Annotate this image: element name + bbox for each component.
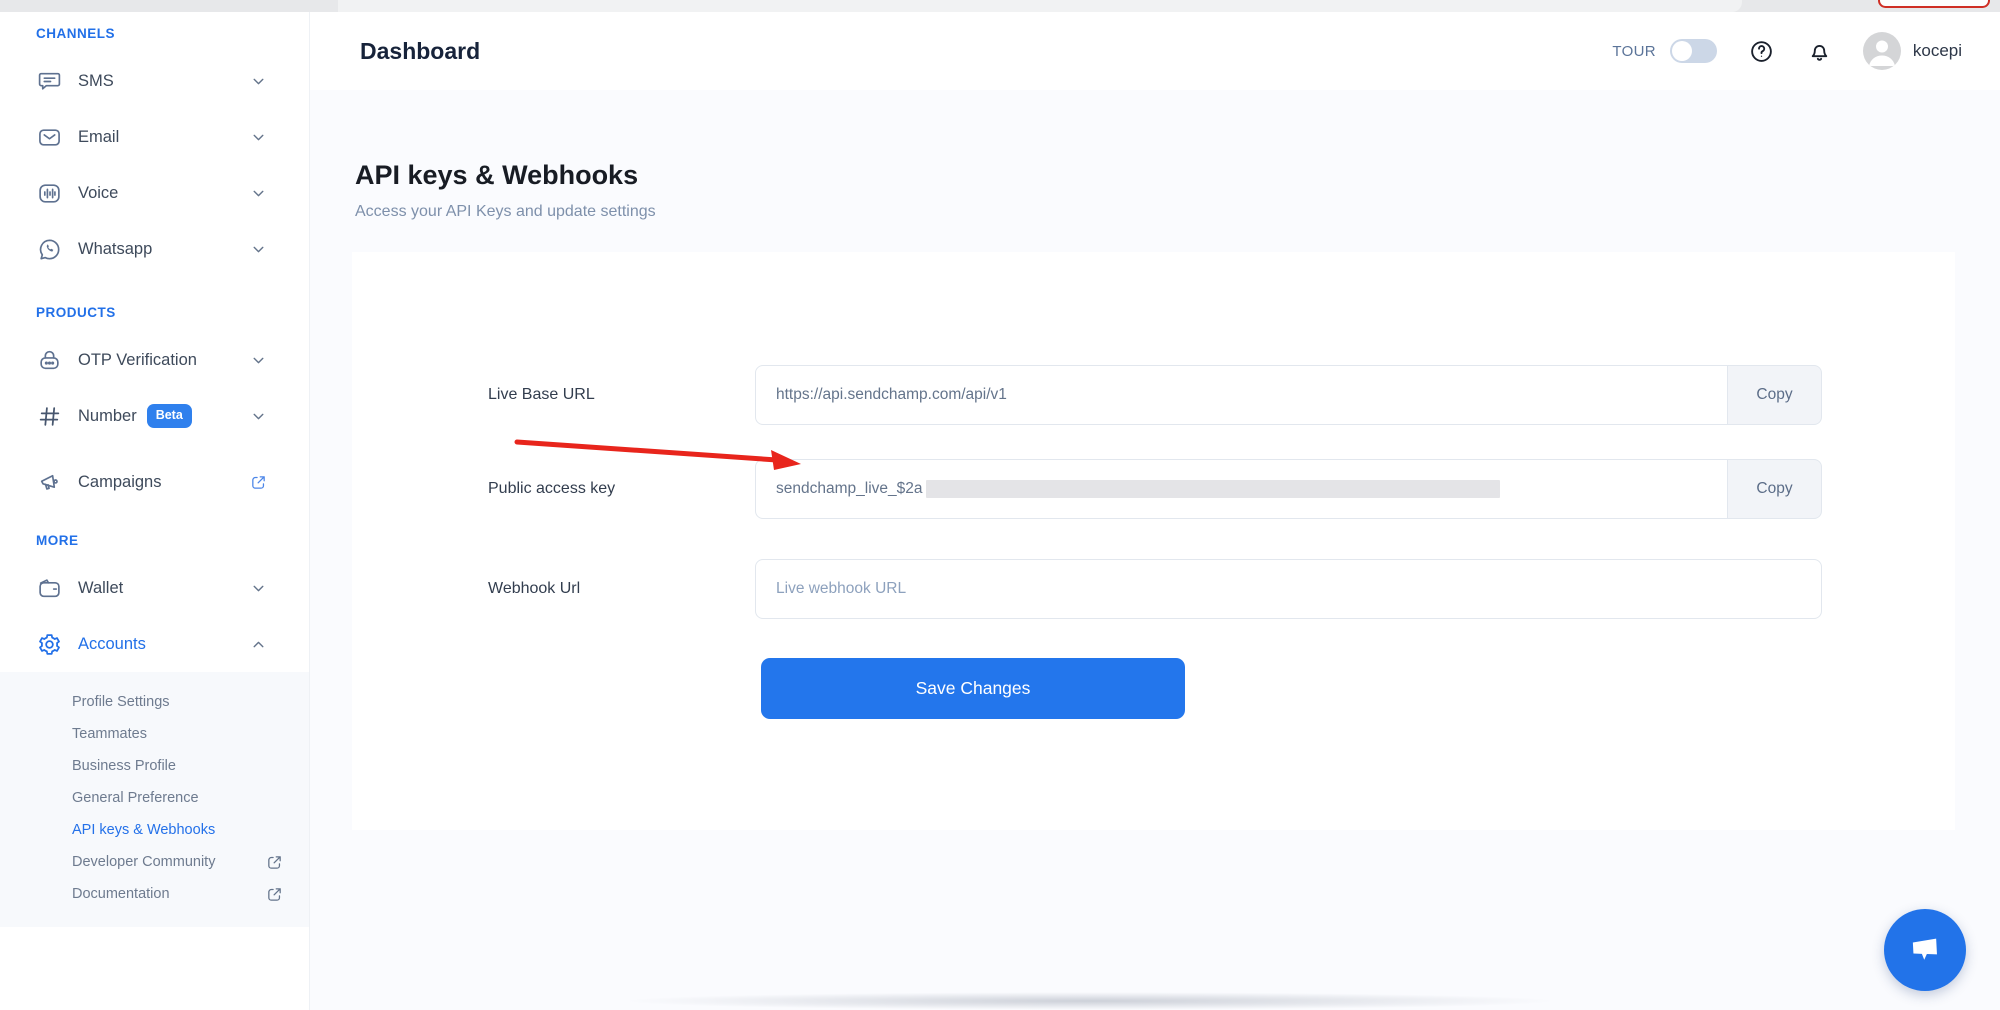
megaphone-icon [36,469,62,495]
submenu-item-documentation[interactable]: Documentation [0,878,309,910]
submenu-item-teammates[interactable]: Teammates [0,718,309,750]
page-subtitle: Access your API Keys and update settings [355,203,2000,221]
chevron-down-icon [249,72,267,90]
chevron-down-icon [249,579,267,597]
sidebar-item-whatsapp[interactable]: Whatsapp [0,221,309,277]
sidebar-item-voice[interactable]: Voice [0,165,309,221]
chat-launcher-button[interactable] [1884,909,1966,991]
username: kocepi [1913,41,1962,61]
recording-indicator [1878,0,1990,8]
save-changes-button[interactable]: Save Changes [761,658,1185,719]
sidebar-item-email[interactable]: Email [0,109,309,165]
webhook-url-input[interactable] [776,580,1801,598]
beta-badge: Beta [147,404,192,428]
sidebar-item-label: NumberBeta [78,404,249,428]
top-header: Dashboard TOUR kocepi [310,12,2000,90]
sidebar-item-campaigns[interactable]: Campaigns [0,454,309,510]
sidebar-item-otp-verification[interactable]: OTP Verification [0,332,309,388]
tour-label: TOUR [1612,43,1655,60]
webhook-url-field[interactable] [755,559,1822,619]
page-title: API keys & Webhooks [355,160,2000,191]
external-link-icon [265,885,283,903]
page-header-title: Dashboard [360,38,480,65]
whatsapp-icon [36,236,62,262]
hash-icon [36,403,62,429]
copy-live-base-url-button[interactable]: Copy [1728,365,1822,425]
submenu-item-business-profile[interactable]: Business Profile [0,750,309,782]
browser-chrome-strip [0,0,2000,12]
submenu-item-general-preference[interactable]: General Preference [0,782,309,814]
section-label-channels: CHANNELS [36,26,309,41]
sidebar-item-label: Wallet [78,579,249,598]
external-link-icon [249,473,267,491]
voice-icon [36,180,62,206]
public-access-key-label: Public access key [352,480,755,498]
live-base-url-input[interactable] [776,386,1707,404]
chevron-down-icon [249,128,267,146]
avatar[interactable] [1863,32,1901,70]
header-controls: TOUR kocepi [1612,32,1962,70]
copy-public-access-key-button[interactable]: Copy [1728,459,1822,519]
external-link-icon [265,853,283,871]
notifications-bell-icon[interactable] [1807,38,1833,64]
chevron-down-icon [249,407,267,425]
sidebar-item-accounts[interactable]: Accounts [0,616,309,672]
sidebar-item-label: Accounts [78,635,249,654]
sidebar-item-label: OTP Verification [78,351,249,370]
public-access-key-value: sendchamp_live_$2a [776,480,923,498]
chevron-down-icon [249,184,267,202]
wallet-icon [36,575,62,601]
api-keys-card: Live Base URL Copy Public access key sen… [352,252,1955,830]
redacted-key-block [926,480,1500,498]
tour-toggle[interactable] [1670,39,1717,63]
main-content: API keys & Webhooks Access your API Keys… [310,90,2000,1010]
chevron-down-icon [249,351,267,369]
accounts-submenu: Profile Settings Teammates Business Prof… [0,672,309,927]
sidebar-item-sms[interactable]: SMS [0,53,309,109]
sidebar-item-wallet[interactable]: Wallet [0,560,309,616]
chevron-up-icon [249,635,267,653]
live-base-url-field[interactable] [755,365,1728,425]
webhook-url-row: Webhook Url [352,559,1822,619]
public-access-key-row: Public access key sendchamp_live_$2a Cop… [352,459,1822,519]
chevron-down-icon [249,240,267,258]
live-base-url-row: Live Base URL Copy [352,365,1822,425]
sidebar-item-number[interactable]: NumberBeta [0,388,309,444]
gear-icon [36,631,62,657]
toggle-knob [1672,41,1692,61]
sidebar-item-label: Voice [78,184,249,203]
app-screen: CHANNELS SMS Email Voice [0,0,2000,1010]
sidebar-item-label: Email [78,128,249,147]
help-icon[interactable] [1749,38,1775,64]
live-base-url-label: Live Base URL [352,386,755,404]
public-access-key-field[interactable]: sendchamp_live_$2a [755,459,1728,519]
sms-icon [36,68,62,94]
sidebar: CHANNELS SMS Email Voice [0,12,310,1010]
webhook-url-label: Webhook Url [352,580,755,598]
sidebar-item-label: Whatsapp [78,240,249,259]
sidebar-item-label: SMS [78,72,249,91]
lock-icon [36,347,62,373]
email-icon [36,124,62,150]
browser-tab-edge [338,0,1742,12]
submenu-item-developer-community[interactable]: Developer Community [0,846,309,878]
section-label-more: MORE [36,533,309,548]
sidebar-item-label: Campaigns [78,473,249,492]
submenu-item-api-keys-webhooks[interactable]: API keys & Webhooks [0,814,309,846]
submenu-item-profile-settings[interactable]: Profile Settings [0,686,309,718]
section-label-products: PRODUCTS [36,305,309,320]
